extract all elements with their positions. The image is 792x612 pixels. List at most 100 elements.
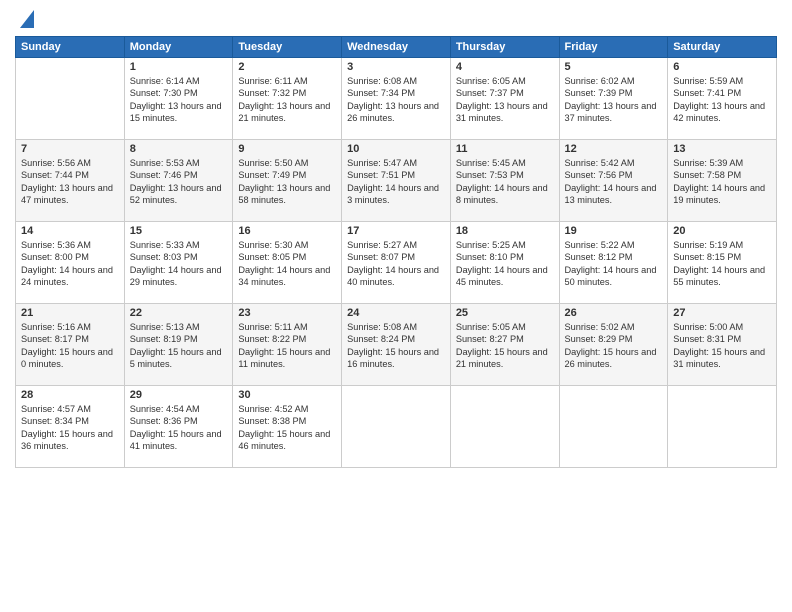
sunrise-text: Sunrise: 5:13 AM [130, 321, 228, 333]
day-info: Sunrise: 5:25 AMSunset: 8:10 PMDaylight:… [456, 239, 554, 289]
sunrise-text: Sunrise: 5:30 AM [238, 239, 336, 251]
day-info: Sunrise: 5:47 AMSunset: 7:51 PMDaylight:… [347, 157, 445, 207]
day-info: Sunrise: 6:11 AMSunset: 7:32 PMDaylight:… [238, 75, 336, 125]
day-info: Sunrise: 5:36 AMSunset: 8:00 PMDaylight:… [21, 239, 119, 289]
sunset-text: Sunset: 7:34 PM [347, 87, 445, 99]
day-info: Sunrise: 5:59 AMSunset: 7:41 PMDaylight:… [673, 75, 771, 125]
day-info: Sunrise: 5:11 AMSunset: 8:22 PMDaylight:… [238, 321, 336, 371]
sunset-text: Sunset: 8:24 PM [347, 333, 445, 345]
sunrise-text: Sunrise: 5:59 AM [673, 75, 771, 87]
sunrise-text: Sunrise: 5:42 AM [565, 157, 663, 169]
daylight-text: Daylight: 14 hours and 8 minutes. [456, 182, 554, 207]
day-info: Sunrise: 5:16 AMSunset: 8:17 PMDaylight:… [21, 321, 119, 371]
day-info: Sunrise: 5:02 AMSunset: 8:29 PMDaylight:… [565, 321, 663, 371]
sunset-text: Sunset: 8:15 PM [673, 251, 771, 263]
day-number: 11 [456, 143, 554, 155]
sunset-text: Sunset: 8:03 PM [130, 251, 228, 263]
logo [15, 10, 34, 28]
calendar-cell [342, 386, 451, 468]
weekday-header: Sunday [16, 37, 125, 58]
day-info: Sunrise: 6:14 AMSunset: 7:30 PMDaylight:… [130, 75, 228, 125]
sunrise-text: Sunrise: 6:05 AM [456, 75, 554, 87]
daylight-text: Daylight: 13 hours and 15 minutes. [130, 100, 228, 125]
day-number: 15 [130, 225, 228, 237]
day-info: Sunrise: 5:56 AMSunset: 7:44 PMDaylight:… [21, 157, 119, 207]
calendar-cell: 21Sunrise: 5:16 AMSunset: 8:17 PMDayligh… [16, 304, 125, 386]
day-number: 5 [565, 61, 663, 73]
day-info: Sunrise: 5:42 AMSunset: 7:56 PMDaylight:… [565, 157, 663, 207]
day-number: 25 [456, 307, 554, 319]
calendar-cell: 2Sunrise: 6:11 AMSunset: 7:32 PMDaylight… [233, 58, 342, 140]
daylight-text: Daylight: 15 hours and 41 minutes. [130, 428, 228, 453]
day-number: 3 [347, 61, 445, 73]
day-info: Sunrise: 5:08 AMSunset: 8:24 PMDaylight:… [347, 321, 445, 371]
calendar-cell: 23 Sunrise: 5:11 AMSunset: 8:22 PMDayligh… [233, 304, 342, 386]
sunset-text: Sunset: 8:38 PM [238, 415, 336, 427]
daylight-text: Daylight: 14 hours and 19 minutes. [673, 182, 771, 207]
calendar-cell: 5 Sunrise: 6:02 AMSunset: 7:39 PMDaylight… [559, 58, 668, 140]
sunset-text: Sunset: 8:00 PM [21, 251, 119, 263]
sunset-text: Sunset: 8:36 PM [130, 415, 228, 427]
daylight-text: Daylight: 14 hours and 40 minutes. [347, 264, 445, 289]
day-info: Sunrise: 5:30 AMSunset: 8:05 PMDaylight:… [238, 239, 336, 289]
calendar-cell: 11Sunrise: 5:45 AMSunset: 7:53 PMDayligh… [450, 140, 559, 222]
calendar-cell: 6Sunrise: 5:59 AMSunset: 7:41 PMDaylight… [668, 58, 777, 140]
sunset-text: Sunset: 8:22 PM [238, 333, 336, 345]
day-number: 13 [673, 143, 771, 155]
daylight-text: Daylight: 13 hours and 42 minutes. [673, 100, 771, 125]
calendar-cell: 7 Sunrise: 5:56 AMSunset: 7:44 PMDaylight… [16, 140, 125, 222]
day-info: Sunrise: 5:05 AMSunset: 8:27 PMDaylight:… [456, 321, 554, 371]
sunset-text: Sunset: 7:46 PM [130, 169, 228, 181]
calendar-page: SundayMondayTuesdayWednesdayThursdayFrid… [0, 0, 792, 612]
daylight-text: Daylight: 15 hours and 11 minutes. [238, 346, 336, 371]
sunset-text: Sunset: 7:32 PM [238, 87, 336, 99]
sunset-text: Sunset: 8:27 PM [456, 333, 554, 345]
calendar-cell: 18Sunrise: 5:25 AMSunset: 8:10 PMDayligh… [450, 222, 559, 304]
calendar-cell: 24Sunrise: 5:08 AMSunset: 8:24 PMDayligh… [342, 304, 451, 386]
sunset-text: Sunset: 7:44 PM [21, 169, 119, 181]
daylight-text: Daylight: 14 hours and 29 minutes. [130, 264, 228, 289]
calendar-cell: 27Sunrise: 5:00 AMSunset: 8:31 PMDayligh… [668, 304, 777, 386]
sunrise-text: Sunrise: 5:02 AM [565, 321, 663, 333]
day-info: Sunrise: 5:39 AMSunset: 7:58 PMDaylight:… [673, 157, 771, 207]
sunset-text: Sunset: 7:53 PM [456, 169, 554, 181]
day-info: Sunrise: 5:50 AMSunset: 7:49 PMDaylight:… [238, 157, 336, 207]
day-number: 30 [238, 389, 336, 401]
sunrise-text: Sunrise: 6:08 AM [347, 75, 445, 87]
sunrise-text: Sunrise: 6:11 AM [238, 75, 336, 87]
weekday-header: Tuesday [233, 37, 342, 58]
weekday-header: Friday [559, 37, 668, 58]
daylight-text: Daylight: 14 hours and 24 minutes. [21, 264, 119, 289]
calendar-cell: 16Sunrise: 5:30 AMSunset: 8:05 PMDayligh… [233, 222, 342, 304]
sunset-text: Sunset: 8:05 PM [238, 251, 336, 263]
sunset-text: Sunset: 8:07 PM [347, 251, 445, 263]
day-number: 23 [238, 307, 336, 319]
daylight-text: Daylight: 15 hours and 26 minutes. [565, 346, 663, 371]
day-info: Sunrise: 6:02 AMSunset: 7:39 PMDaylight:… [565, 75, 663, 125]
day-number: 12 [565, 143, 663, 155]
calendar-cell: 19Sunrise: 5:22 AMSunset: 8:12 PMDayligh… [559, 222, 668, 304]
sunrise-text: Sunrise: 5:50 AM [238, 157, 336, 169]
day-number: 4 [456, 61, 554, 73]
calendar-cell: 3Sunrise: 6:08 AMSunset: 7:34 PMDaylight… [342, 58, 451, 140]
sunset-text: Sunset: 8:19 PM [130, 333, 228, 345]
weekday-header: Monday [124, 37, 233, 58]
sunset-text: Sunset: 7:56 PM [565, 169, 663, 181]
calendar-week-row: 14Sunrise: 5:36 AMSunset: 8:00 PMDayligh… [16, 222, 777, 304]
calendar-cell: 12 Sunrise: 5:42 AMSunset: 7:56 PMDayligh… [559, 140, 668, 222]
day-number: 8 [130, 143, 228, 155]
sunrise-text: Sunrise: 6:02 AM [565, 75, 663, 87]
weekday-header-row: SundayMondayTuesdayWednesdayThursdayFrid… [16, 37, 777, 58]
day-info: Sunrise: 5:13 AMSunset: 8:19 PMDaylight:… [130, 321, 228, 371]
day-number: 7 [21, 143, 119, 155]
daylight-text: Daylight: 15 hours and 31 minutes. [673, 346, 771, 371]
daylight-text: Daylight: 13 hours and 21 minutes. [238, 100, 336, 125]
sunset-text: Sunset: 7:39 PM [565, 87, 663, 99]
sunrise-text: Sunrise: 5:39 AM [673, 157, 771, 169]
calendar-cell: 9Sunrise: 5:50 AMSunset: 7:49 PMDaylight… [233, 140, 342, 222]
sunset-text: Sunset: 7:58 PM [673, 169, 771, 181]
sunset-text: Sunset: 8:29 PM [565, 333, 663, 345]
day-number: 17 [347, 225, 445, 237]
sunset-text: Sunset: 7:41 PM [673, 87, 771, 99]
sunset-text: Sunset: 8:10 PM [456, 251, 554, 263]
